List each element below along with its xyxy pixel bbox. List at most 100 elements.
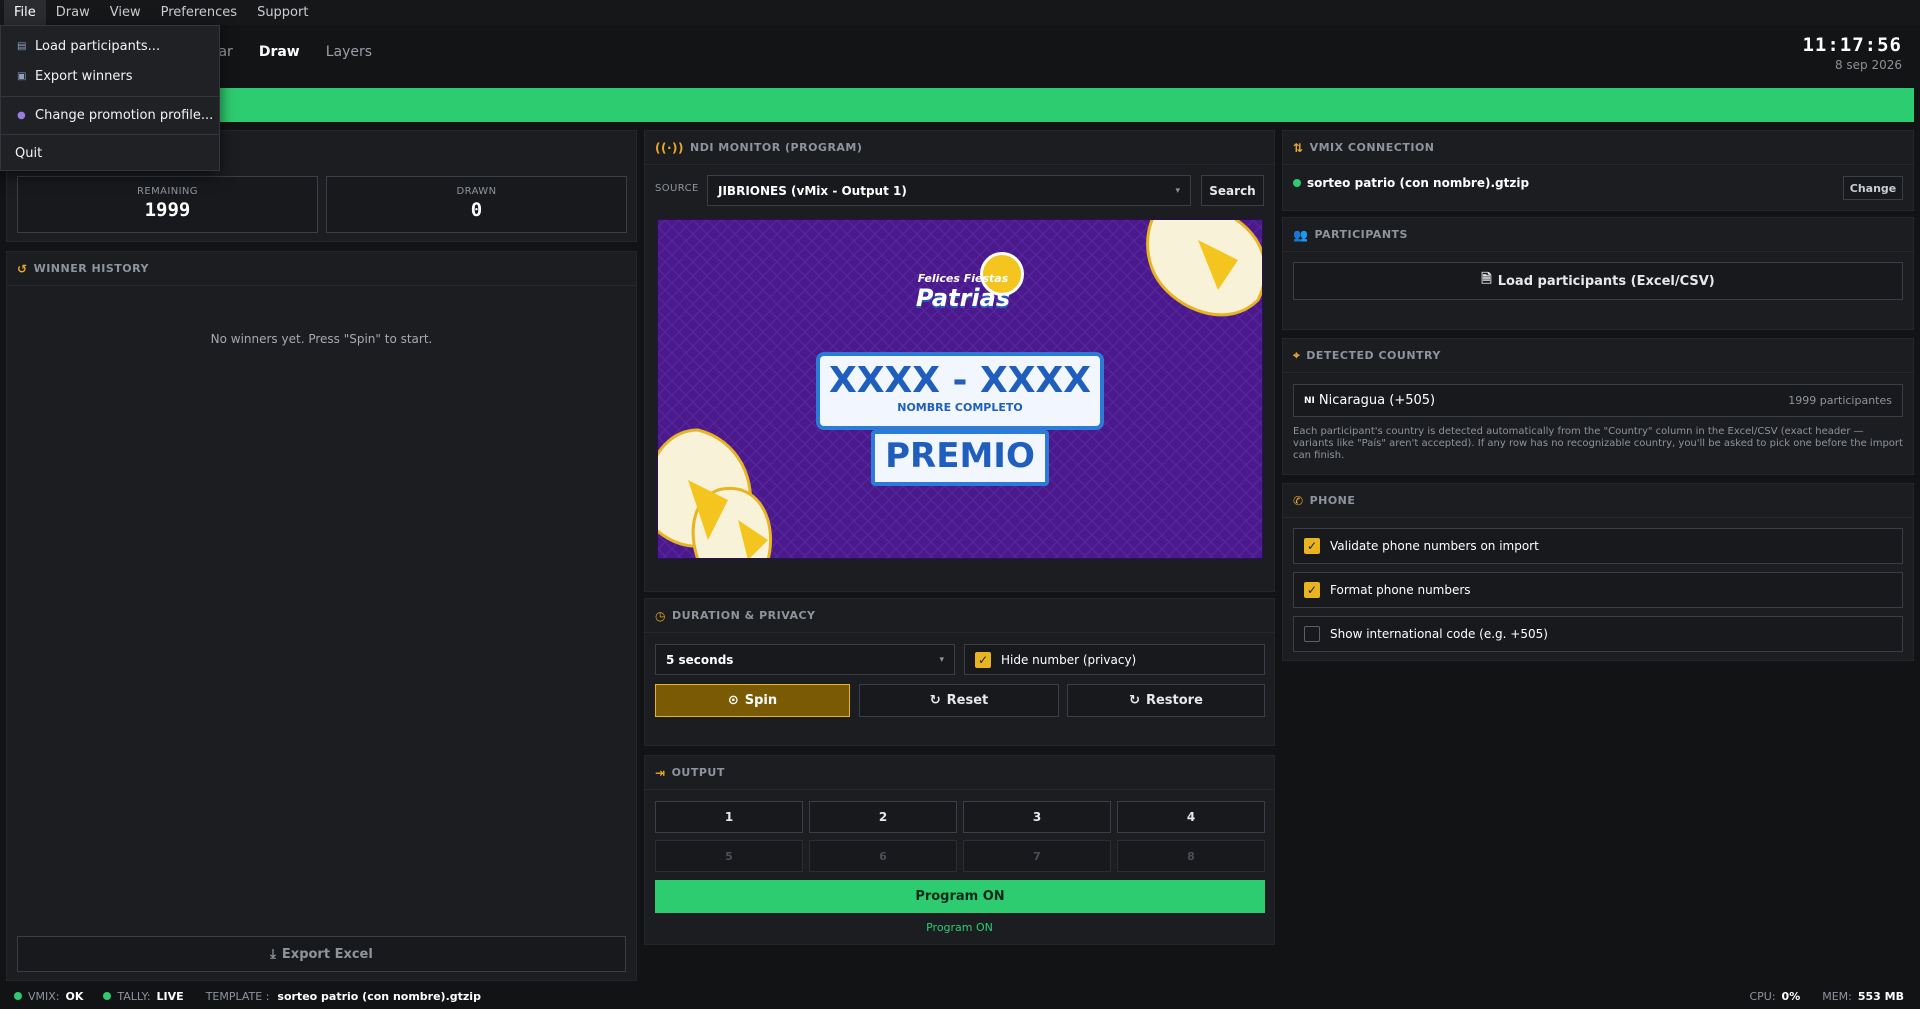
chevron-down-icon: ▾ [1175,185,1180,196]
participants-header: 👥 PARTICIPANTS [1283,218,1913,252]
change-vmix-button[interactable]: Change [1843,176,1903,200]
menu-item-change-profile[interactable]: ● Change promotion profile... [1,102,219,128]
play-icon: ⊙ [727,693,739,708]
template-label: TEMPLATE : [205,989,270,1003]
checkbox-checked-icon: ✓ [1304,582,1320,598]
prize-text: PREMIO [885,436,1035,476]
quit-label: Quit [15,145,43,161]
load-participants-label: Load participants (Excel/CSV) [1497,273,1715,289]
vmix-file-row: sorteo patrio (con nombre).gtzip [1293,176,1529,190]
duration-value: 5 seconds [666,652,734,667]
menu-bar: File Draw View Preferences Support [0,0,1920,25]
output-button-7: 7 [963,840,1111,872]
download-icon: ⤓ [270,946,276,962]
reset-icon: ↻ [929,693,941,708]
menu-item-load-participants[interactable]: ▤ Load participants... [1,33,219,59]
country-name: Nicaragua (+505) [1318,393,1436,408]
intl-code-toggle[interactable]: Show international code (e.g. +505) [1293,616,1903,652]
output-button-1[interactable]: 1 [655,801,803,833]
hide-number-toggle[interactable]: ✓ Hide number (privacy) [964,644,1265,675]
output-icon: ⇥ [655,765,666,780]
chevron-down-icon: ▾ [939,654,944,665]
duration-header: ◷ DURATION & PRIVACY [645,599,1274,633]
restore-button[interactable]: ↻ Restore [1067,684,1265,717]
reset-label: Reset [946,693,989,708]
country-note: Each participant's country is detected a… [1293,426,1903,461]
tally-status-label: TALLY: [117,989,151,1003]
search-button[interactable]: Search [1201,175,1264,206]
spin-button[interactable]: ⊙ Spin [655,684,850,717]
empty-history-message: No winners yet. Press "Spin" to start. [210,332,433,346]
duration-privacy-panel: ◷ DURATION & PRIVACY 5 seconds ▾ ✓ Hide … [644,598,1275,746]
ndi-monitor-panel: ((·)) NDI MONITOR (PROGRAM) SOURCE JIBRI… [644,130,1275,592]
file-icon: 🗎 [1481,272,1492,287]
export-excel-button[interactable]: ⤓ Export Excel [17,936,626,972]
mem-value: 553 MB [1857,989,1904,1003]
export-excel-label: Export Excel [281,946,373,962]
cpu-value: 0% [1781,989,1801,1003]
menu-item-quit[interactable]: Quit [1,140,219,166]
file-menu-dropdown: ▤ Load participants... ▣ Export winners … [0,25,220,171]
location-pin-icon: ⌖ [1293,348,1301,362]
output-button-8: 8 [1117,840,1265,872]
cpu-label: CPU: [1749,989,1776,1003]
program-on-button[interactable]: Program ON [655,880,1265,913]
menu-file[interactable]: File [4,0,46,25]
history-icon: ↺ [17,261,28,276]
menu-support[interactable]: Support [247,0,318,25]
tab-draw[interactable]: Draw [259,44,300,60]
winner-history-title: WINNER HISTORY [33,262,149,275]
output-button-4[interactable]: 4 [1117,801,1265,833]
users-icon: 👥 [1293,227,1309,242]
vmix-status-label: VMIX: [28,989,60,1003]
tab-layers[interactable]: Layers [326,44,372,60]
status-bar: VMIX: OK TALLY: LIVE TEMPLATE : sorteo p… [0,983,1920,1009]
output-button-2[interactable]: 2 [809,801,957,833]
tally-status-value: LIVE [156,989,184,1003]
country-header: ⌖ DETECTED COUNTRY [1283,339,1913,373]
vmix-header: ⇅ VMIX CONNECTION [1283,131,1913,165]
source-value: JIBRIONES (vMix - Output 1) [718,183,907,198]
phone-panel: ✆ PHONE ✓ Validate phone numbers on impo… [1282,483,1914,661]
format-phone-toggle[interactable]: ✓ Format phone numbers [1293,572,1903,608]
detected-country-panel: ⌖ DETECTED COUNTRY NI Nicaragua (+505) 1… [1282,338,1914,475]
export-winners-label: Export winners [35,68,133,84]
drawn-value: 0 [470,199,483,221]
validate-phone-toggle[interactable]: ✓ Validate phone numbers on import [1293,528,1903,564]
phone-header: ✆ PHONE [1283,484,1913,518]
menu-preferences[interactable]: Preferences [151,0,247,25]
vmix-title: VMIX CONNECTION [1309,141,1435,154]
phone-title: PHONE [1309,494,1356,507]
country-title: DETECTED COUNTRY [1306,349,1441,362]
remaining-value: 1999 [144,199,191,221]
menu-draw[interactable]: Draw [46,0,100,25]
vmix-connection-panel: ⇅ VMIX CONNECTION sorteo patrio (con nom… [1282,130,1914,211]
source-label: SOURCE [655,183,699,194]
duration-select[interactable]: 5 seconds ▾ [655,644,955,675]
restore-icon: ↻ [1129,693,1140,708]
menu-view[interactable]: View [100,0,151,25]
output-panel: ⇥ OUTPUT 1 2 3 4 5 6 7 8 Program ON Prog… [644,755,1275,945]
menu-item-export-winners[interactable]: ▣ Export winners [1,63,219,89]
link-icon: ⇅ [1293,140,1304,155]
program-status-text: Program ON [926,921,993,934]
name-text: NOMBRE COMPLETO [897,401,1023,414]
validate-phone-label: Validate phone numbers on import [1330,539,1539,553]
number-text: XXXX - XXXX [828,360,1092,401]
ndi-title: NDI MONITOR (PROGRAM) [690,141,863,154]
winner-history-panel: ↺ WINNER HISTORY No winners yet. Press "… [6,251,637,981]
clock: 11:17:56 8 sep 2026 [1802,34,1902,72]
load-participants-button[interactable]: 🗎 Load participants (Excel/CSV) [1293,262,1903,300]
output-header: ⇥ OUTPUT [645,756,1274,790]
logo-main-text: Patrias [915,284,1011,312]
source-select[interactable]: JIBRIONES (vMix - Output 1) ▾ [707,175,1191,206]
patrias-logo: Felices Fiestas Patrias [888,252,1038,322]
hide-number-label: Hide number (privacy) [1001,652,1137,667]
drawn-label: DRAWN [456,186,497,197]
template-value: sorteo patrio (con nombre).gtzip [277,989,481,1003]
duration-title: DURATION & PRIVACY [671,609,816,622]
vmix-status-value: OK [65,989,84,1003]
output-button-3[interactable]: 3 [963,801,1111,833]
checkbox-checked-icon: ✓ [1304,538,1320,554]
reset-button[interactable]: ↻ Reset [859,684,1059,717]
